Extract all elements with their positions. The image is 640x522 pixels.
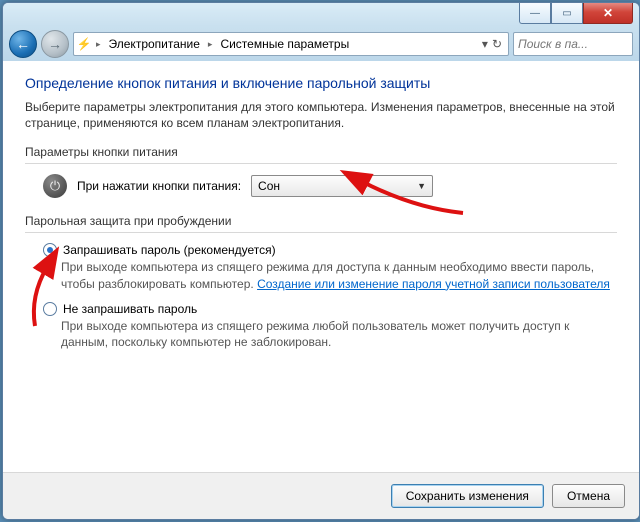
group-password-legend: Парольная защита при пробуждении	[25, 214, 617, 228]
power-action-value: Сон	[258, 179, 280, 193]
radio-require-password[interactable]	[43, 243, 57, 257]
page-intro: Выберите параметры электропитания для эт…	[25, 99, 617, 131]
content-area: Определение кнопок питания и включение п…	[3, 61, 639, 473]
chevron-down-icon: ▼	[417, 181, 426, 191]
maximize-button[interactable]: ▭	[551, 3, 583, 24]
radio-no-password[interactable]	[43, 302, 57, 316]
power-action-dropdown[interactable]: Сон ▼	[251, 175, 433, 197]
option-require-password-desc: При выходе компьютера из спящего режима …	[61, 259, 617, 291]
window-chrome: — ▭ ✕ ← → ⚡ ▸ Электропитание ▸ Системные…	[3, 3, 639, 62]
footer: Сохранить изменения Отмена	[3, 472, 639, 519]
search-placeholder: Поиск в па...	[518, 37, 588, 51]
chevron-right-icon: ▸	[94, 39, 103, 50]
arrow-left-icon: ←	[16, 36, 30, 52]
chevron-right-icon: ▸	[206, 39, 215, 50]
close-button[interactable]: ✕	[583, 3, 633, 24]
option-no-password-desc: При выходе компьютера из спящего режима …	[61, 318, 617, 350]
power-plan-icon: ⚡	[76, 36, 92, 52]
power-button-row: ⏻ При нажатии кнопки питания: Сон ▼	[43, 174, 617, 198]
window: — ▭ ✕ ← → ⚡ ▸ Электропитание ▸ Системные…	[2, 2, 640, 520]
back-button[interactable]: ←	[9, 30, 37, 58]
cancel-button[interactable]: Отмена	[552, 484, 625, 508]
save-button[interactable]: Сохранить изменения	[391, 484, 544, 508]
divider	[25, 232, 617, 233]
refresh-icon[interactable]: ↻	[492, 37, 502, 51]
option-require-password: Запрашивать пароль (рекомендуется) При в…	[43, 243, 617, 291]
chevron-down-icon[interactable]: ▾	[482, 37, 488, 51]
breadcrumb-seg-2[interactable]: Системные параметры	[216, 37, 353, 51]
power-icon: ⏻	[43, 174, 67, 198]
titlebar-buttons: — ▭ ✕	[519, 3, 633, 24]
page-title: Определение кнопок питания и включение п…	[25, 75, 617, 91]
radio-require-password-label: Запрашивать пароль (рекомендуется)	[63, 243, 276, 257]
option-no-password: Не запрашивать пароль При выходе компьют…	[43, 302, 617, 350]
divider	[25, 163, 617, 164]
address-bar[interactable]: ⚡ ▸ Электропитание ▸ Системные параметры…	[73, 32, 509, 56]
search-input[interactable]: Поиск в па...	[513, 32, 633, 56]
breadcrumb-seg-1[interactable]: Электропитание	[105, 37, 204, 51]
power-button-label: При нажатии кнопки питания:	[77, 179, 241, 193]
nav-row: ← → ⚡ ▸ Электропитание ▸ Системные парам…	[9, 31, 633, 57]
group-power-legend: Параметры кнопки питания	[25, 145, 617, 159]
arrow-right-icon: →	[48, 36, 62, 52]
minimize-button[interactable]: —	[519, 3, 551, 24]
create-change-password-link[interactable]: Создание или изменение пароля учетной за…	[257, 277, 610, 291]
radio-no-password-label: Не запрашивать пароль	[63, 302, 197, 316]
forward-button[interactable]: →	[41, 30, 69, 58]
